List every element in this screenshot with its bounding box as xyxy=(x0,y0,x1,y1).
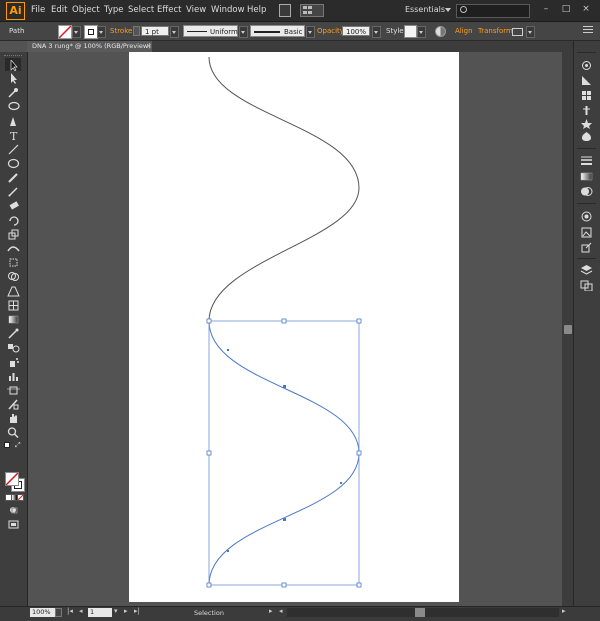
symbol-sprayer-tool-icon[interactable] xyxy=(7,357,20,368)
swatches-icon[interactable] xyxy=(580,90,593,101)
anchor-points[interactable] xyxy=(227,349,342,552)
symbols-icon[interactable] xyxy=(580,118,593,129)
dna-strand-selected-path[interactable] xyxy=(208,320,360,586)
artboard-tool-icon[interactable] xyxy=(7,385,20,396)
line-segment-tool-icon[interactable] xyxy=(7,144,20,155)
type-tool-icon[interactable]: T xyxy=(7,130,20,143)
artwork-layer[interactable] xyxy=(0,0,600,620)
handle-bottom-right[interactable] xyxy=(356,582,362,588)
scale-tool-icon[interactable] xyxy=(7,229,20,240)
image-trace-icon[interactable] xyxy=(580,227,593,238)
shape-builder-tool-icon[interactable] xyxy=(7,271,20,282)
first-artboard-icon[interactable]: |◂ xyxy=(67,607,73,615)
anchor-point[interactable] xyxy=(283,518,286,521)
export-icon[interactable] xyxy=(580,242,593,253)
anchor-point[interactable] xyxy=(283,385,286,388)
color-guide-icon[interactable] xyxy=(580,60,593,71)
color-panel-icon[interactable] xyxy=(580,75,593,86)
pen-tool-icon[interactable] xyxy=(7,116,20,127)
blend-tool-icon[interactable] xyxy=(7,342,20,353)
mesh-tool-icon[interactable] xyxy=(7,300,20,311)
screen-mode-icon[interactable] xyxy=(7,519,20,530)
handle-bottom-center[interactable] xyxy=(281,582,287,588)
artboard-dropdown-icon[interactable]: ▾ xyxy=(114,607,118,615)
perspective-grid-tool-icon[interactable] xyxy=(7,286,20,297)
anchor-point[interactable] xyxy=(227,349,229,351)
drawing-mode-icon[interactable] xyxy=(7,505,20,516)
svg-text:T: T xyxy=(10,130,18,141)
eyedropper-tool-icon[interactable] xyxy=(7,328,20,339)
ellipse-tool-icon[interactable] xyxy=(7,158,20,169)
previous-artboard-icon[interactable]: ◂ xyxy=(79,607,83,615)
none-mode-icon[interactable] xyxy=(17,494,24,501)
gradient-tool-icon[interactable] xyxy=(7,314,20,325)
zoom-level-field[interactable]: 100% xyxy=(30,608,56,617)
eraser-tool-icon[interactable] xyxy=(7,200,20,211)
handle-middle-left[interactable] xyxy=(206,450,212,456)
last-artboard-icon[interactable]: ▸| xyxy=(134,607,140,615)
handle-top-left[interactable] xyxy=(206,318,212,324)
vertical-scroll-thumb[interactable] xyxy=(564,325,572,334)
handle-bottom-left[interactable] xyxy=(206,582,212,588)
width-tool-icon[interactable] xyxy=(7,243,20,254)
status-text[interactable]: Selection xyxy=(194,609,224,617)
zoom-dropdown[interactable] xyxy=(55,608,62,617)
dna-strand-upper-path[interactable] xyxy=(208,56,360,322)
handle-top-center[interactable] xyxy=(281,318,287,324)
rotate-tool-icon[interactable] xyxy=(7,215,20,226)
scroll-left-icon[interactable]: ◂ xyxy=(279,607,283,615)
handle-middle-right[interactable] xyxy=(356,450,362,456)
appearance-icon[interactable] xyxy=(580,211,593,222)
selection-bounding-box[interactable] xyxy=(208,320,360,586)
pencil-tool-icon[interactable] xyxy=(7,186,20,197)
magic-wand-tool-icon[interactable] xyxy=(7,87,20,98)
horizontal-scroll-thumb[interactable] xyxy=(415,608,425,617)
default-colors-icon[interactable] xyxy=(4,442,12,450)
anchor-point[interactable] xyxy=(340,482,342,484)
handle-top-right[interactable] xyxy=(356,318,362,324)
direct-selection-tool-icon[interactable] xyxy=(7,73,20,84)
free-transform-tool-icon[interactable] xyxy=(7,257,20,268)
hand-tool-icon[interactable] xyxy=(7,413,20,424)
artboard-number-field[interactable]: 1 xyxy=(88,608,112,617)
lasso-tool-icon[interactable] xyxy=(7,101,20,112)
status-menu-icon[interactable]: ▸ xyxy=(269,607,273,615)
swap-colors-icon[interactable]: ⤢ xyxy=(15,441,21,450)
stroke-panel-icon[interactable] xyxy=(580,155,593,166)
artboards-icon[interactable] xyxy=(580,280,593,292)
bounding-box-handles[interactable] xyxy=(206,318,362,588)
fill-color-box[interactable] xyxy=(5,472,19,486)
anchor-point[interactable] xyxy=(227,550,229,552)
graphic-styles-icon[interactable] xyxy=(580,131,593,142)
zoom-tool-icon[interactable] xyxy=(7,427,20,439)
transparency-icon[interactable] xyxy=(580,186,593,197)
next-artboard-icon[interactable]: ▸ xyxy=(124,607,128,615)
selection-tool-icon[interactable] xyxy=(7,59,20,72)
gradient-panel-icon[interactable] xyxy=(580,171,593,182)
column-graph-tool-icon[interactable] xyxy=(7,371,20,382)
paintbrush-tool-icon[interactable] xyxy=(7,172,20,183)
brushes-icon[interactable] xyxy=(580,105,593,116)
scroll-right-icon[interactable]: ▸ xyxy=(562,607,566,615)
slice-tool-icon[interactable] xyxy=(7,399,20,410)
layers-icon[interactable] xyxy=(580,264,593,275)
